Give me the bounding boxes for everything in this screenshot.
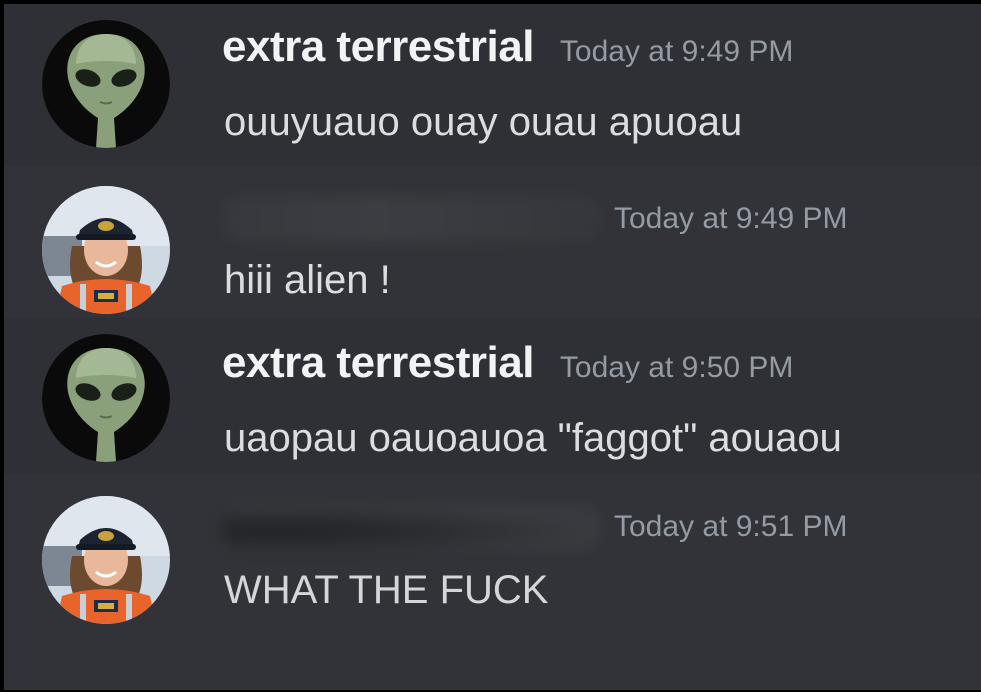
username[interactable]: extra terrestrial: [222, 338, 534, 387]
message-header: extra terrestrial Today at 9:49 PM: [222, 22, 793, 82]
message[interactable]: Today at 9:51 PM WHAT THE FUCK: [4, 474, 981, 690]
username[interactable]: extra terrestrial: [222, 22, 534, 71]
alien-avatar-icon[interactable]: [42, 20, 170, 148]
astronaut-avatar-icon[interactable]: [42, 186, 170, 314]
timestamp[interactable]: Today at 9:51 PM: [614, 510, 847, 544]
redacted-username: [222, 196, 602, 242]
message-header: extra terrestrial Today at 9:50 PM: [222, 338, 793, 398]
message-content: uaopau oauoauoa "faggot" aouaou: [224, 416, 842, 460]
redacted-username: [222, 504, 602, 550]
message-header: Today at 9:51 PM: [222, 496, 922, 556]
message[interactable]: Today at 9:49 PM hiii alien !: [4, 166, 981, 318]
alien-avatar-icon[interactable]: [42, 334, 170, 462]
timestamp[interactable]: Today at 9:49 PM: [560, 35, 793, 68]
message-content: WHAT THE FUCK: [224, 568, 549, 612]
timestamp[interactable]: Today at 9:50 PM: [560, 351, 793, 384]
message-content: ouuyuauo ouay ouau apuoau: [224, 100, 743, 144]
message-header: Today at 9:49 PM: [222, 188, 922, 248]
astronaut-avatar-icon[interactable]: [42, 496, 170, 624]
timestamp[interactable]: Today at 9:49 PM: [614, 202, 847, 236]
message[interactable]: extra terrestrial Today at 9:49 PM ouuyu…: [4, 4, 981, 166]
message-content: hiii alien !: [224, 258, 391, 302]
message[interactable]: extra terrestrial Today at 9:50 PM uaopa…: [4, 318, 981, 474]
chat-frame: extra terrestrial Today at 9:49 PM ouuyu…: [4, 4, 981, 690]
